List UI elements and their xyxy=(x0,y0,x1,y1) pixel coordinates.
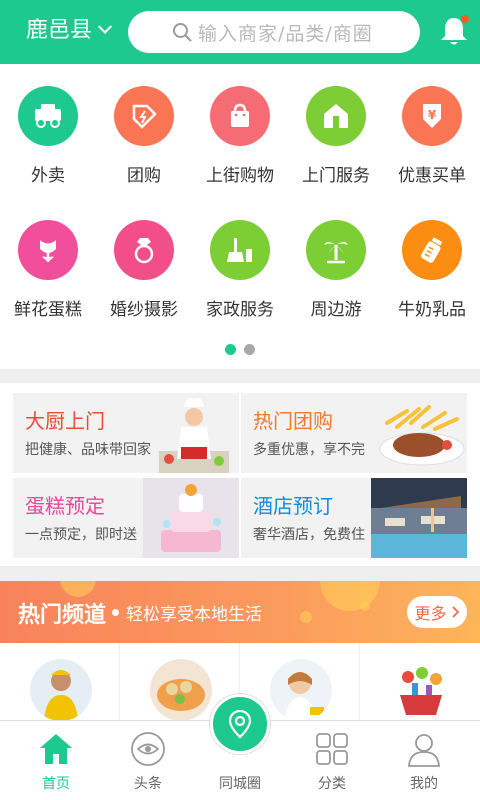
hot-channel-banner: 热门频道 轻松享受本地生活 更多 xyxy=(0,581,480,643)
chevron-right-icon xyxy=(451,606,459,618)
promo-chef-at-home[interactable]: 大厨上门 把健康、品味带回家 xyxy=(13,393,239,473)
food-bowl-image xyxy=(150,659,212,721)
shopping-bag-icon xyxy=(210,86,270,146)
svg-text:¥: ¥ xyxy=(428,108,437,122)
palm-tree-icon xyxy=(306,220,366,280)
category-delivery[interactable]: 外卖 xyxy=(0,86,96,186)
location-pin-icon xyxy=(228,709,252,739)
cake-image xyxy=(143,478,239,558)
grocery-basket-image xyxy=(390,659,452,721)
promo-subtitle: 奢华酒店，免费住 xyxy=(253,527,365,543)
decor-bubble xyxy=(320,581,380,611)
coupon-tag-icon xyxy=(114,86,174,146)
hot-channel-title: 热门频道 xyxy=(18,603,107,628)
yen-discount-icon: ¥ xyxy=(402,86,462,146)
promo-section: 大厨上门 把健康、品味带回家 热门团购 多重优惠，享不完 蛋糕预定 一点预定，即… xyxy=(0,383,480,566)
category-discount-pay[interactable]: ¥ 优惠买单 xyxy=(384,86,480,186)
nav-label: 头条 xyxy=(134,776,162,792)
promo-title: 酒店预订 xyxy=(253,494,333,518)
steak-fries-image xyxy=(367,393,467,473)
category-label: 优惠买单 xyxy=(398,166,466,186)
eye-icon xyxy=(131,732,165,766)
bullet-dot xyxy=(112,609,119,616)
hot-channel-subtitle: 轻松享受本地生活 xyxy=(126,605,262,625)
nav-label: 同城圈 xyxy=(219,776,261,792)
category-shopping[interactable]: 上街购物 xyxy=(192,86,288,186)
promo-subtitle: 多重优惠，享不完 xyxy=(253,442,365,458)
grid-icon xyxy=(316,733,348,765)
promo-title: 大厨上门 xyxy=(25,409,105,433)
channel-thumb[interactable] xyxy=(360,643,480,723)
promo-title: 蛋糕预定 xyxy=(25,494,105,518)
nav-label: 我的 xyxy=(410,776,438,792)
nav-label: 分类 xyxy=(318,776,346,792)
category-label: 团购 xyxy=(127,166,161,186)
delivery-truck-icon xyxy=(18,86,78,146)
search-input[interactable]: 输入商家/品类/商圈 xyxy=(128,11,420,53)
category-label: 牛奶乳品 xyxy=(398,300,466,320)
decor-bubble xyxy=(300,611,312,623)
category-home-service[interactable]: 上门服务 xyxy=(288,86,384,186)
category-dairy[interactable]: 牛奶乳品 xyxy=(384,220,480,320)
page-dot[interactable] xyxy=(244,344,255,355)
promo-cake-order[interactable]: 蛋糕预定 一点预定，即时送 xyxy=(13,478,239,558)
nav-headlines[interactable]: 头条 xyxy=(100,721,196,800)
nav-label: 首页 xyxy=(42,776,70,792)
category-wedding-photo[interactable]: 婚纱摄影 xyxy=(96,220,192,320)
diamond-ring-icon xyxy=(114,220,174,280)
category-label: 婚纱摄影 xyxy=(110,300,178,320)
category-label: 外卖 xyxy=(31,166,65,186)
decor-bubble xyxy=(60,581,96,597)
chevron-down-icon xyxy=(97,19,113,34)
category-grid: 外卖 团购 上街购物 上门服务 ¥ 优惠买单 鲜花蛋糕 婚纱摄影 家政服务 周边… xyxy=(0,64,480,369)
category-label: 周边游 xyxy=(310,300,362,320)
category-housekeeping[interactable]: 家政服务 xyxy=(192,220,288,320)
cleaning-woman-image xyxy=(270,659,332,721)
decor-bubble xyxy=(360,601,370,611)
category-label: 家政服务 xyxy=(206,300,274,320)
top-bar: 鹿邑县 输入商家/品类/商圈 xyxy=(0,0,480,64)
category-nearby-trips[interactable]: 周边游 xyxy=(288,220,384,320)
chef-image xyxy=(129,393,239,473)
category-label: 鲜花蛋糕 xyxy=(14,300,82,320)
more-button[interactable]: 更多 xyxy=(407,596,467,628)
promo-subtitle: 一点预定，即时送 xyxy=(25,527,137,543)
promo-title: 热门团购 xyxy=(253,409,333,433)
promo-subtitle: 把健康、品味带回家 xyxy=(25,442,151,458)
broom-icon xyxy=(210,220,270,280)
search-placeholder: 输入商家/品类/商圈 xyxy=(198,22,373,45)
nav-home[interactable]: 首页 xyxy=(8,721,104,800)
city-selector[interactable]: 鹿邑县 xyxy=(26,14,113,48)
bell-icon[interactable] xyxy=(437,14,471,48)
hotel-image xyxy=(371,478,467,558)
home-icon xyxy=(306,86,366,146)
promo-hotel-booking[interactable]: 酒店预订 奢华酒店，免费住 xyxy=(241,478,467,558)
page-dot-active[interactable] xyxy=(225,344,236,355)
promo-hot-group-buy[interactable]: 热门团购 多重优惠，享不完 xyxy=(241,393,467,473)
courier-image xyxy=(30,659,92,721)
category-label: 上门服务 xyxy=(302,166,370,186)
user-icon xyxy=(408,734,440,767)
home-icon xyxy=(40,734,72,764)
local-circle-button[interactable] xyxy=(210,694,270,754)
nav-profile[interactable]: 我的 xyxy=(376,721,472,800)
category-label: 上街购物 xyxy=(206,166,274,186)
search-icon xyxy=(173,23,192,42)
city-label: 鹿邑县 xyxy=(26,18,93,43)
page-indicator xyxy=(0,344,480,355)
milk-bottle-icon xyxy=(402,220,462,280)
category-group-buy[interactable]: 团购 xyxy=(96,86,192,186)
channel-thumb[interactable] xyxy=(0,643,120,723)
category-flowers-cakes[interactable]: 鲜花蛋糕 xyxy=(0,220,96,320)
tulip-icon xyxy=(18,220,78,280)
nav-categories[interactable]: 分类 xyxy=(284,721,380,800)
more-label: 更多 xyxy=(414,604,447,623)
